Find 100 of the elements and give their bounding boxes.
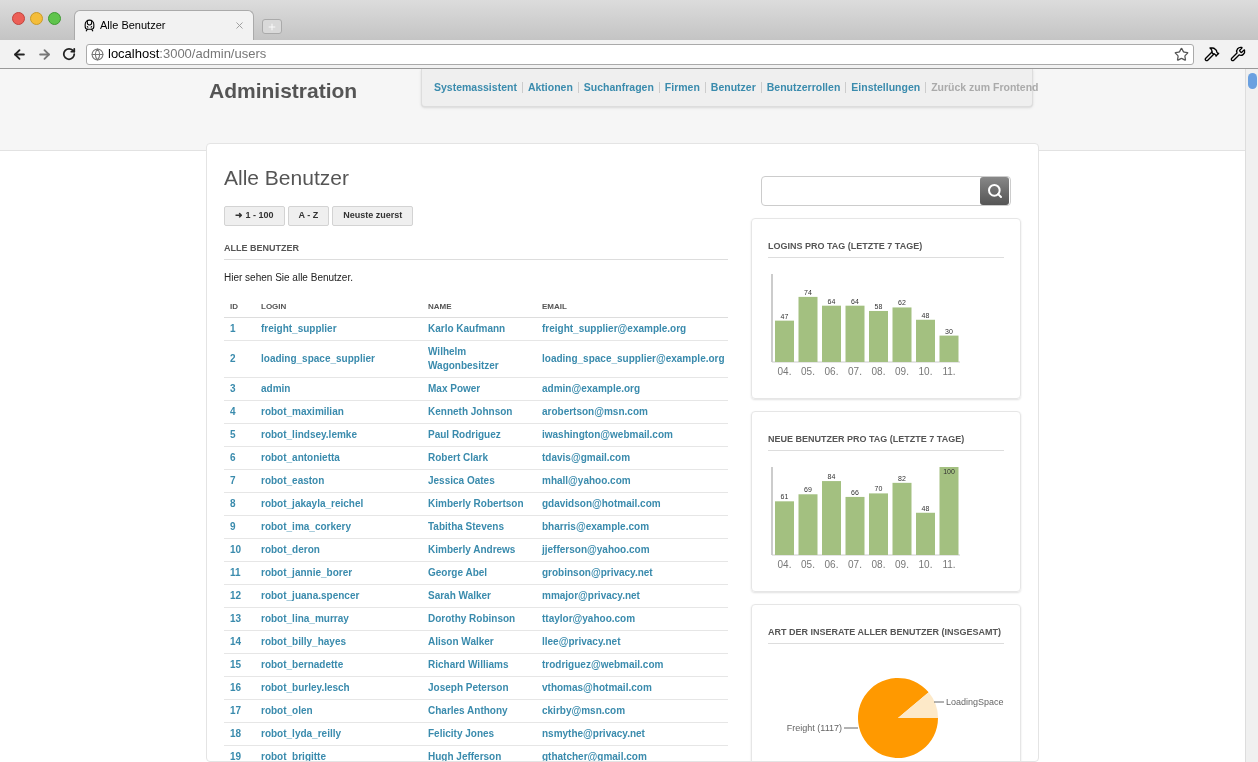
close-window-button[interactable] bbox=[12, 12, 25, 25]
user-link[interactable]: Karlo Kaufmann bbox=[428, 317, 542, 341]
user-link[interactable]: Wilhelm Wagonbesitzer bbox=[428, 340, 542, 378]
user-link[interactable]: Max Power bbox=[428, 377, 542, 401]
user-link[interactable]: arobertson@msn.com bbox=[542, 400, 728, 424]
user-link[interactable]: Richard Williams bbox=[428, 653, 542, 677]
user-link[interactable]: mmajor@privacy.net bbox=[542, 584, 728, 608]
user-link[interactable]: grobinson@privacy.net bbox=[542, 561, 728, 585]
user-link[interactable]: nsmythe@privacy.net bbox=[542, 722, 728, 746]
user-link[interactable]: robot_olen bbox=[261, 699, 428, 723]
axis-label: 11. bbox=[942, 366, 956, 377]
user-link[interactable]: robot_lina_murray bbox=[261, 607, 428, 631]
user-link[interactable]: Joseph Peterson bbox=[428, 676, 542, 700]
user-link[interactable]: George Abel bbox=[428, 561, 542, 585]
chart-bar bbox=[869, 493, 888, 555]
search-field[interactable] bbox=[761, 176, 1011, 206]
forward-icon[interactable] bbox=[37, 46, 52, 62]
sort-button[interactable]: A - Z bbox=[287, 205, 330, 226]
id-cell: 6 bbox=[224, 446, 261, 470]
user-link[interactable]: trodriguez@webmail.com bbox=[542, 653, 728, 677]
user-link[interactable]: mhall@yahoo.com bbox=[542, 469, 728, 493]
user-link[interactable]: ckirby@msn.com bbox=[542, 699, 728, 723]
user-link[interactable]: Tabitha Stevens bbox=[428, 515, 542, 539]
user-link[interactable]: ttaylor@yahoo.com bbox=[542, 607, 728, 631]
user-link[interactable]: freight_supplier bbox=[261, 317, 428, 341]
search-button[interactable] bbox=[980, 177, 1009, 205]
hammer-icon[interactable] bbox=[1204, 46, 1220, 62]
nav-link[interactable]: Suchanfragen bbox=[583, 79, 654, 96]
wrench-icon[interactable] bbox=[1230, 46, 1246, 62]
reload-icon[interactable] bbox=[62, 47, 76, 61]
user-link[interactable]: Kenneth Johnson bbox=[428, 400, 542, 424]
user-link[interactable]: loading_space_supplier bbox=[261, 340, 428, 378]
chart-bar bbox=[798, 296, 818, 362]
axis-label: 06. bbox=[824, 559, 839, 570]
leader-line bbox=[843, 727, 859, 729]
chart-bar bbox=[775, 501, 794, 555]
panel-heading: ART DER INSERATE ALLER BENUTZER (INSGESAMT) bbox=[768, 623, 1004, 644]
user-link[interactable]: robot_burley.lesch bbox=[261, 676, 428, 700]
nav-link[interactable]: Aktionen bbox=[527, 79, 573, 96]
user-link[interactable]: jjefferson@yahoo.com bbox=[542, 538, 728, 562]
sort-button[interactable]: ➜ 1 - 100 bbox=[224, 205, 285, 226]
id-cell: 14 bbox=[224, 630, 261, 654]
user-link[interactable]: robot_bernadette bbox=[261, 653, 428, 677]
column-header: ID bbox=[224, 301, 261, 318]
axis-label: 10. bbox=[918, 366, 933, 377]
back-icon[interactable] bbox=[12, 46, 27, 62]
user-link[interactable]: Jessica Oates bbox=[428, 469, 542, 493]
url-host: localhost bbox=[108, 45, 160, 64]
user-link[interactable]: Dorothy Robinson bbox=[428, 607, 542, 631]
sort-button[interactable]: Neuste zuerst bbox=[332, 205, 414, 226]
user-link[interactable]: tdavis@gmail.com bbox=[542, 446, 728, 470]
user-link[interactable]: Kimberly Andrews bbox=[428, 538, 542, 562]
id-cell: 8 bbox=[224, 492, 261, 516]
user-link[interactable]: robot_easton bbox=[261, 469, 428, 493]
axis-label: 05. bbox=[801, 559, 815, 570]
id-cell: 13 bbox=[224, 607, 261, 631]
nav-link[interactable]: Benutzerrollen bbox=[766, 79, 841, 96]
id-cell: 5 bbox=[224, 423, 261, 447]
bookmark-star-icon[interactable] bbox=[1174, 46, 1189, 62]
nav-link[interactable]: Zurück zum Frontend bbox=[931, 79, 1039, 96]
nav-link[interactable]: Firmen bbox=[664, 79, 700, 96]
user-link[interactable]: robot_maximilian bbox=[261, 400, 428, 424]
plus-icon bbox=[267, 21, 277, 32]
user-link[interactable]: robot_lindsey.lemke bbox=[261, 423, 428, 447]
user-link[interactable]: Robert Clark bbox=[428, 446, 542, 470]
tab-title: Alle Benutzer bbox=[100, 18, 167, 34]
user-link[interactable]: Felicity Jones bbox=[428, 722, 542, 746]
user-link[interactable]: bharris@example.com bbox=[542, 515, 728, 539]
user-link[interactable]: admin@example.org bbox=[542, 377, 728, 401]
user-link[interactable]: Alison Walker bbox=[428, 630, 542, 654]
browser-tab[interactable]: Alle Benutzer bbox=[74, 10, 254, 40]
user-link[interactable]: robot_antonietta bbox=[261, 446, 428, 470]
user-link[interactable]: robot_juana.spencer bbox=[261, 584, 428, 608]
id-cell: 9 bbox=[224, 515, 261, 539]
scrollbar[interactable] bbox=[1245, 69, 1258, 762]
address-bar[interactable]: localhost:3000/admin/users bbox=[86, 43, 1194, 65]
id-cell: 2 bbox=[224, 340, 261, 378]
user-link[interactable]: robot_deron bbox=[261, 538, 428, 562]
nav-link[interactable]: Einstellungen bbox=[851, 79, 921, 96]
nav-link[interactable]: Systemassistent bbox=[434, 79, 517, 96]
user-link[interactable]: iwashington@webmail.com bbox=[542, 423, 728, 447]
train-icon bbox=[83, 19, 96, 32]
user-link[interactable]: Kimberly Robertson bbox=[428, 492, 542, 516]
user-link[interactable]: Paul Rodriguez bbox=[428, 423, 542, 447]
user-link[interactable]: loading_space_supplier@example.org bbox=[542, 340, 728, 378]
user-link[interactable]: freight_supplier@example.org bbox=[542, 317, 728, 341]
nav-link[interactable]: Benutzer bbox=[710, 79, 756, 96]
user-link[interactable]: robot_billy_hayes bbox=[261, 630, 428, 654]
user-link[interactable]: gdavidson@hotmail.com bbox=[542, 492, 728, 516]
user-link[interactable]: Sarah Walker bbox=[428, 584, 542, 608]
user-link[interactable]: llee@privacy.net bbox=[542, 630, 728, 654]
user-link[interactable]: Charles Anthony bbox=[428, 699, 542, 723]
user-link[interactable]: robot_jannie_borer bbox=[261, 561, 428, 585]
user-link[interactable]: admin bbox=[261, 377, 428, 401]
user-link[interactable]: robot_lyda_reilly bbox=[261, 722, 428, 746]
user-link[interactable]: vthomas@hotmail.com bbox=[542, 676, 728, 700]
globe-icon bbox=[91, 47, 104, 61]
user-link[interactable]: robot_ima_corkery bbox=[261, 515, 428, 539]
user-link[interactable]: robot_jakayla_reichel bbox=[261, 492, 428, 516]
chart-bar bbox=[775, 320, 794, 362]
